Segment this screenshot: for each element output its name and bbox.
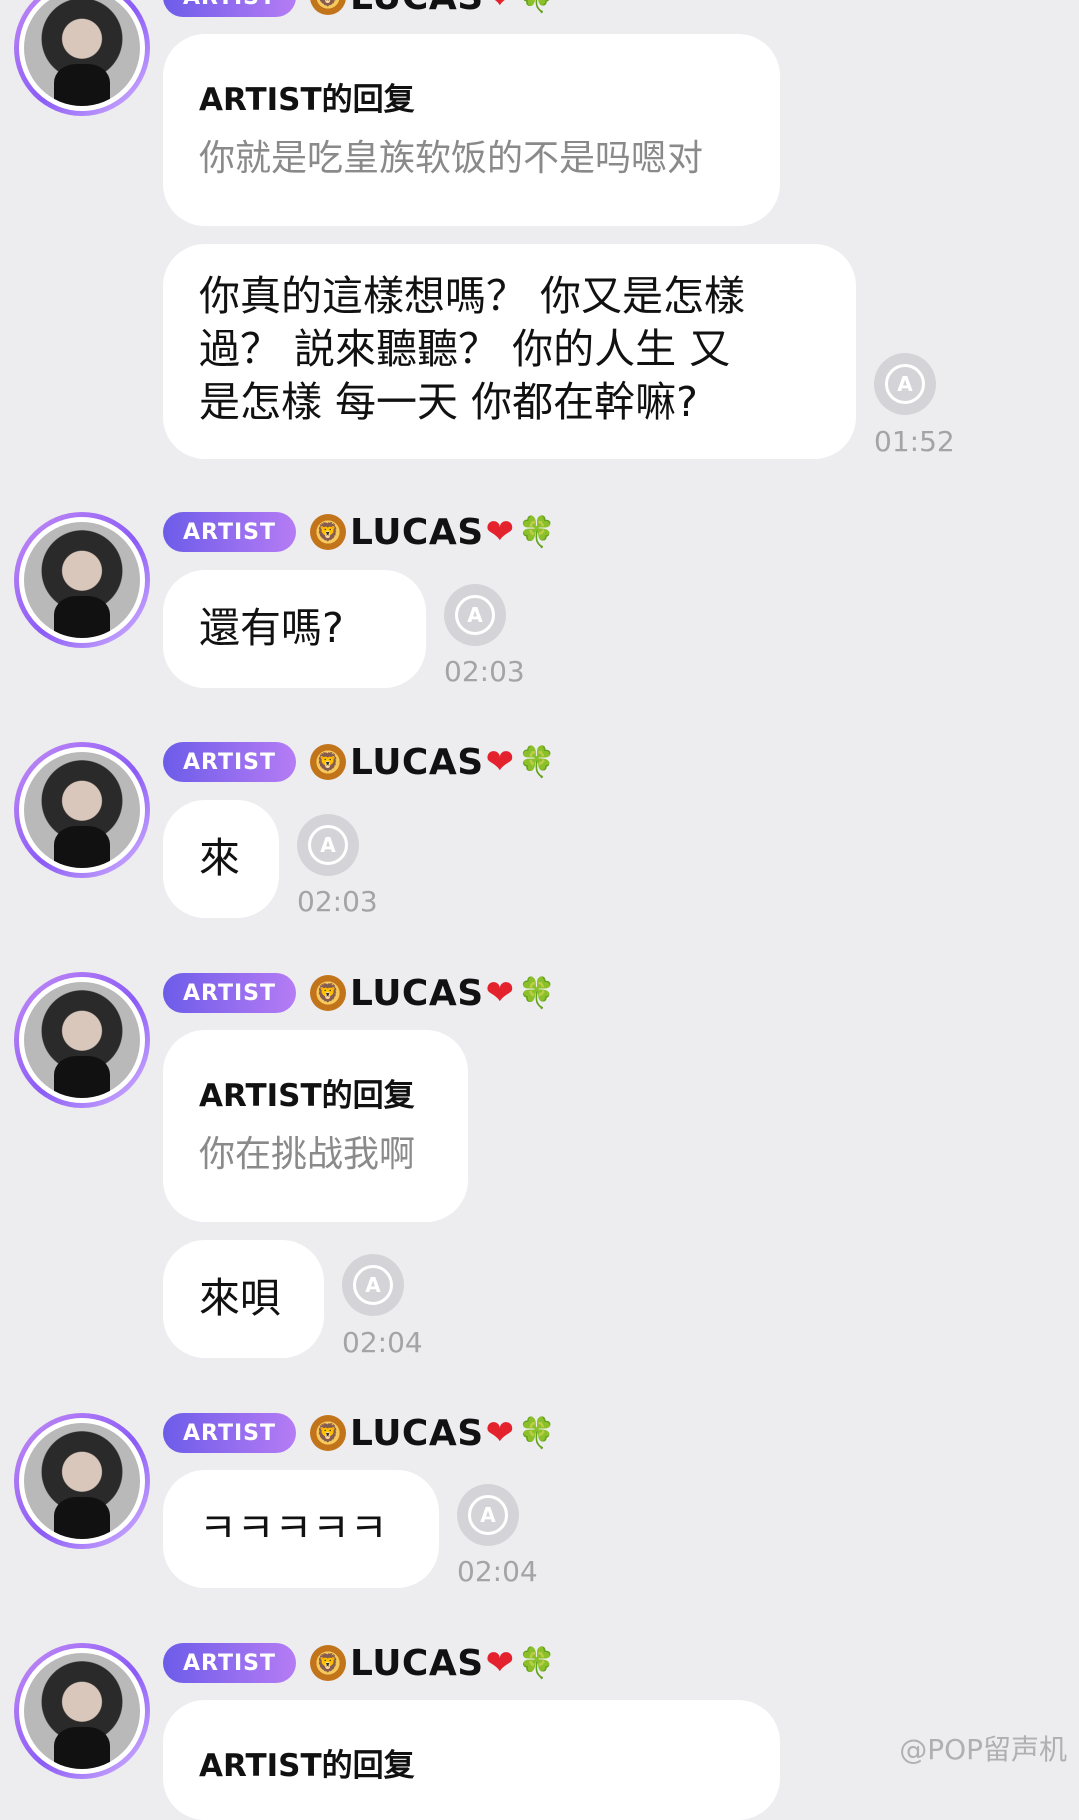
timestamp: 02:04	[457, 1555, 538, 1588]
avatar[interactable]	[14, 0, 150, 116]
artist-badge: ARTIST	[163, 973, 297, 1013]
message-line: 過？ 説來聽聽？ 你的人生 又	[199, 325, 731, 373]
lion-emoji-icon: 🦁	[310, 744, 347, 780]
sender-name: LUCAS	[350, 741, 484, 783]
heart-icon: ❤	[485, 973, 515, 1013]
heart-icon: ❤	[485, 1643, 515, 1683]
timestamp: 01:52	[874, 425, 955, 458]
clover-icon: 🍀	[518, 0, 555, 15]
sender-row: ARTIST 🦁 LUCAS ❤ 🍀	[163, 741, 556, 783]
lion-emoji-icon: 🦁	[310, 514, 347, 550]
heart-icon: ❤	[485, 512, 515, 552]
avatar[interactable]	[14, 1643, 150, 1779]
sender-name: LUCAS	[350, 1642, 484, 1684]
reply-bubble[interactable]: ARTIST的回复 你就是吃皇族软饭的不是吗嗯对	[163, 34, 780, 226]
translate-icon[interactable]: A	[457, 1484, 519, 1546]
clover-icon: 🍀	[518, 744, 556, 780]
sender-name: LUCAS	[350, 0, 484, 18]
translate-icon[interactable]: A	[874, 353, 936, 415]
message-bubble[interactable]: 你真的這樣想嗎？ 你又是怎樣 過？ 説來聽聽？ 你的人生 又 是怎樣 每一天 你…	[163, 244, 856, 459]
artist-badge: ARTIST	[163, 0, 297, 17]
avatar[interactable]	[14, 512, 150, 648]
sender-name: LUCAS	[350, 511, 484, 553]
sender-row: ARTIST 🦁 LUCAS ❤ 🍀	[163, 972, 556, 1014]
message-line: 是怎樣 每一天 你都在幹嘛?	[199, 378, 698, 426]
reply-bubble[interactable]: ARTIST的回复 你在挑战我啊	[163, 1030, 468, 1222]
artist-badge: ARTIST	[163, 1413, 297, 1453]
reply-title: ARTIST的回复	[199, 82, 415, 118]
reply-title: ARTIST的回复	[199, 1078, 415, 1114]
lion-emoji-icon: 🦁	[310, 975, 347, 1011]
artist-badge: ARTIST	[163, 1643, 297, 1683]
message-bubble[interactable]: ㅋㅋㅋㅋㅋ	[163, 1470, 439, 1588]
sender-row: ARTIST 🦁 LUCAS ❤ 🍀	[163, 1642, 556, 1684]
message-line: 你真的這樣想嗎？ 你又是怎樣	[199, 272, 746, 320]
clover-icon: 🍀	[518, 1645, 556, 1681]
reply-quote: 你就是吃皇族软饭的不是吗嗯对	[199, 138, 704, 179]
lion-emoji-icon: 🦁	[310, 0, 347, 15]
artist-badge: ARTIST	[163, 512, 297, 552]
translate-icon[interactable]: A	[444, 584, 506, 646]
lion-emoji-icon: 🦁	[310, 1415, 347, 1451]
heart-icon: ❤	[485, 742, 515, 782]
timestamp: 02:04	[342, 1326, 423, 1359]
clover-icon: 🍀	[518, 975, 556, 1011]
avatar[interactable]	[14, 742, 150, 878]
message-bubble[interactable]: 還有嗎?	[163, 570, 426, 688]
reply-title: ARTIST的回复	[199, 1748, 415, 1784]
heart-icon: ❤	[485, 1413, 515, 1453]
clover-icon: 🍀	[518, 514, 556, 550]
clover-icon: 🍀	[518, 1415, 556, 1451]
timestamp: 02:03	[297, 885, 378, 918]
artist-badge: ARTIST	[163, 742, 297, 782]
reply-quote: 你在挑战我啊	[199, 1134, 416, 1175]
sender-row: ARTIST 🦁 LUCAS ❤ 🍀	[163, 511, 556, 553]
lion-emoji-icon: 🦁	[310, 1645, 347, 1681]
watermark: @POP留声机	[899, 1733, 1067, 1766]
message-bubble[interactable]: 來	[163, 800, 279, 918]
heart-icon: ❤	[486, 0, 515, 17]
sender-name: LUCAS	[350, 1412, 484, 1454]
reply-bubble[interactable]: ARTIST的回复	[163, 1700, 780, 1820]
message-bubble[interactable]: 來唄	[163, 1240, 324, 1358]
avatar[interactable]	[14, 1413, 150, 1549]
sender-name: LUCAS	[350, 972, 484, 1014]
translate-icon[interactable]: A	[342, 1254, 404, 1316]
sender-row: ARTIST 🦁 LUCAS ❤ 🍀	[163, 0, 556, 18]
translate-icon[interactable]: A	[297, 814, 359, 876]
timestamp: 02:03	[444, 655, 525, 688]
avatar[interactable]	[14, 972, 150, 1108]
sender-row: ARTIST 🦁 LUCAS ❤ 🍀	[163, 1412, 556, 1454]
